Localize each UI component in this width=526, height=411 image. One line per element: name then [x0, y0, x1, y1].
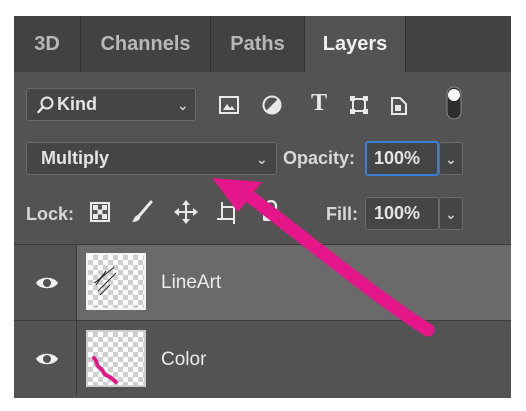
annotation-arrow-icon: [212, 178, 435, 337]
